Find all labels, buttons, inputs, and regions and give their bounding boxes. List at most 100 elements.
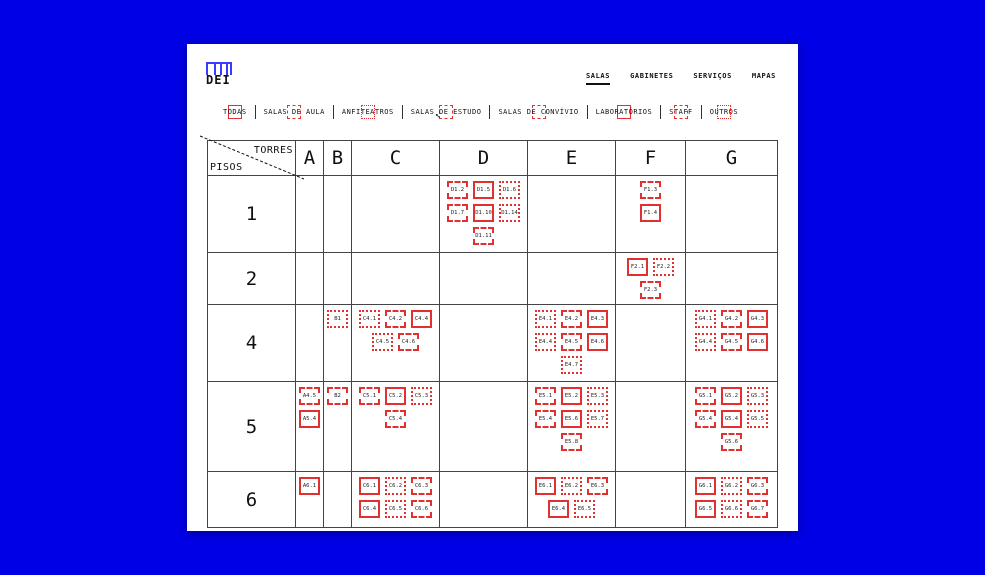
room-e6-5[interactable]: E6.5	[574, 500, 595, 518]
room-g5-4[interactable]: G5.4	[695, 410, 716, 428]
room-c4-6[interactable]: C4.6	[398, 333, 419, 351]
tower-floor-cell: B1	[323, 304, 352, 382]
room-e4-1[interactable]: E4.1	[535, 310, 556, 328]
logo-text: DEI	[206, 73, 231, 87]
tower-floor-cell: A6.1	[295, 471, 324, 528]
table-corner: TORRES PISOS	[199, 135, 305, 180]
room-f1-4[interactable]: F1.4	[640, 204, 661, 222]
room-c4-2[interactable]: C4.2	[385, 310, 406, 328]
diagonal-divider	[199, 135, 305, 180]
room-c6-2[interactable]: C6.2	[385, 477, 406, 495]
rooms-group: E4.1 E4.2 E4.3 E4.4 E4.5 E4.6 E4.7	[528, 305, 615, 379]
tower-floor-cell	[295, 252, 324, 305]
rooms-group: C4.1 C4.2 C4.4 C4.5 C4.6	[352, 305, 439, 356]
room-c4-1[interactable]: C4.1	[359, 310, 380, 328]
room-d1-10[interactable]: D1.10	[473, 204, 494, 222]
room-e6-4[interactable]: E6.4	[548, 500, 569, 518]
room-g6-6[interactable]: G6.6	[721, 500, 742, 518]
room-g6-2[interactable]: G6.2	[721, 477, 742, 495]
room-c5-1[interactable]: C5.1	[359, 387, 380, 405]
room-g6-1[interactable]: G6.1	[695, 477, 716, 495]
room-e5-8[interactable]: E5.8	[561, 433, 582, 451]
filter-anfiteatros[interactable]: ANFITEATROS	[334, 105, 402, 119]
room-c6-1[interactable]: C6.1	[359, 477, 380, 495]
room-e4-2[interactable]: E4.2	[561, 310, 582, 328]
room-e4-5[interactable]: E4.5	[561, 333, 582, 351]
room-g5-4[interactable]: G5.4	[721, 410, 742, 428]
room-c6-4[interactable]: C6.4	[359, 500, 380, 518]
room-b1[interactable]: B1	[327, 310, 348, 328]
top-nav: SALAS GABINETES SERVIÇOS MAPAS	[585, 72, 776, 85]
nav-salas[interactable]: SALAS	[585, 72, 611, 85]
room-d1-7[interactable]: D1.7	[447, 204, 468, 222]
room-e5-7[interactable]: E5.7	[587, 410, 608, 428]
room-c5-2[interactable]: C5.2	[385, 387, 406, 405]
room-c6-3[interactable]: C6.3	[411, 477, 432, 495]
tower-floor-cell	[351, 175, 440, 253]
filter-outros[interactable]: OUTROS	[702, 105, 746, 119]
room-g4-3[interactable]: G4.3	[747, 310, 768, 328]
room-d1-6[interactable]: D1.6	[499, 181, 520, 199]
nav-servicos[interactable]: SERVIÇOS	[693, 72, 732, 85]
filter-salas-de-aula[interactable]: SALAS DE AULA	[256, 105, 333, 119]
room-a5-4[interactable]: A5.4	[299, 410, 320, 428]
room-e5-3[interactable]: E5.3	[587, 387, 608, 405]
room-g4-6[interactable]: G4.6	[747, 333, 768, 351]
room-g4-4[interactable]: G4.4	[695, 333, 716, 351]
room-g4-2[interactable]: G4.2	[721, 310, 742, 328]
room-d1-2[interactable]: D1.2	[447, 181, 468, 199]
room-c5-3[interactable]: C5.3	[411, 387, 432, 405]
towers-label: TORRES	[253, 145, 293, 156]
room-g5-1[interactable]: G5.1	[695, 387, 716, 405]
room-c6-5[interactable]: C6.5	[385, 500, 406, 518]
room-c4-4[interactable]: C4.4	[411, 310, 432, 328]
room-e6-3[interactable]: E6.3	[587, 477, 608, 495]
tower-floor-cell: G5.1 G5.2 G5.3 G5.4 G5.4 G5.5 G5.6	[685, 381, 778, 472]
room-d1-5[interactable]: D1.5	[473, 181, 494, 199]
dei-logo[interactable]: DEI	[206, 62, 234, 90]
room-e4-4[interactable]: E4.4	[535, 333, 556, 351]
room-f2-3[interactable]: F2.3	[640, 281, 661, 299]
nav-mapas[interactable]: MAPAS	[752, 72, 776, 85]
room-f2-1[interactable]: F2.1	[627, 258, 648, 276]
tower-floor-cell: G6.1 G6.2 G6.3 G6.5 G6.6 G6.7	[685, 471, 778, 528]
room-a4-5[interactable]: A4.5	[299, 387, 320, 405]
room-e6-2[interactable]: E6.2	[561, 477, 582, 495]
tower-floor-cell: E6.1 E6.2 E6.3 E6.4 E6.5	[527, 471, 616, 528]
room-e6-1[interactable]: E6.1	[535, 477, 556, 495]
room-d1-11[interactable]: D1.11	[473, 227, 494, 245]
room-f1-3[interactable]: F1.3	[640, 181, 661, 199]
tower-floor-cell	[615, 381, 686, 472]
room-g6-5[interactable]: G6.5	[695, 500, 716, 518]
room-d1-14[interactable]: D1.14	[499, 204, 520, 222]
room-g5-5[interactable]: G5.5	[747, 410, 768, 428]
room-g5-3[interactable]: G5.3	[747, 387, 768, 405]
filter-staff[interactable]: STAFF	[661, 105, 701, 119]
room-g6-7[interactable]: G6.7	[747, 500, 768, 518]
room-e4-7[interactable]: E4.7	[561, 356, 582, 374]
room-g4-5[interactable]: G4.5	[721, 333, 742, 351]
room-c4-5[interactable]: C4.5	[372, 333, 393, 351]
room-g5-6[interactable]: G5.6	[721, 433, 742, 451]
room-e5-2[interactable]: E5.2	[561, 387, 582, 405]
room-a6-1[interactable]: A6.1	[299, 477, 320, 495]
room-g6-3[interactable]: G6.3	[747, 477, 768, 495]
room-e5-1[interactable]: E5.1	[535, 387, 556, 405]
filter-todas[interactable]: TODAS	[215, 105, 255, 119]
rooms-group: A4.5 A5.4	[296, 382, 323, 433]
room-e5-4[interactable]: E5.4	[535, 410, 556, 428]
room-c5-4[interactable]: C5.4	[385, 410, 406, 428]
room-b2[interactable]: B2	[327, 387, 348, 405]
room-e5-6[interactable]: E5.6	[561, 410, 582, 428]
room-c6-6[interactable]: C6.6	[411, 500, 432, 518]
filter-salas-de-convivio[interactable]: SALAS DE CONVÍVIO	[490, 105, 586, 119]
filter-laboratorios[interactable]: LABORATÓRIOS	[588, 105, 661, 119]
room-g4-1[interactable]: G4.1	[695, 310, 716, 328]
room-e4-3[interactable]: E4.3	[587, 310, 608, 328]
tower-floor-cell: C5.1 C5.2 C5.3 C5.4	[351, 381, 440, 472]
filter-salas-de-estudo[interactable]: SALAS DE ESTUDO	[403, 105, 490, 119]
room-e4-6[interactable]: E4.6	[587, 333, 608, 351]
room-f2-2[interactable]: F2.2	[653, 258, 674, 276]
room-g5-2[interactable]: G5.2	[721, 387, 742, 405]
nav-gabinetes[interactable]: GABINETES	[630, 72, 673, 85]
